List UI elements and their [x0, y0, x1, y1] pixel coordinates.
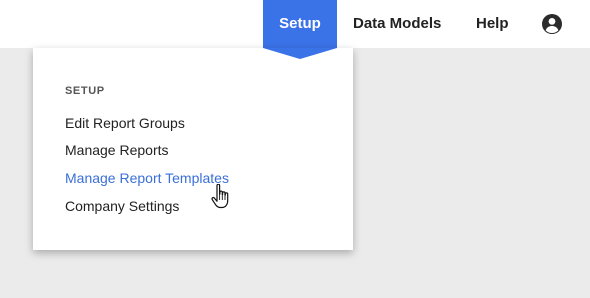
top-navigation-bar: Setup Data Models Help [0, 0, 590, 48]
dropdown-section-title: SETUP [65, 85, 105, 97]
menu-item-edit-report-groups[interactable]: Edit Report Groups [65, 115, 185, 131]
menu-item-manage-reports[interactable]: Manage Reports [65, 142, 169, 158]
account-circle-icon[interactable] [541, 13, 563, 35]
setup-dropdown-menu: SETUP Edit Report Groups Manage Reports … [33, 48, 353, 250]
nav-help[interactable]: Help [476, 0, 509, 48]
hand-pointer-icon [211, 183, 231, 210]
menu-item-manage-report-templates[interactable]: Manage Report Templates [65, 170, 229, 186]
setup-active-pointer [263, 48, 337, 59]
nav-setup[interactable]: Setup [263, 0, 337, 48]
menu-item-company-settings[interactable]: Company Settings [65, 198, 179, 214]
nav-data-models[interactable]: Data Models [353, 0, 441, 48]
